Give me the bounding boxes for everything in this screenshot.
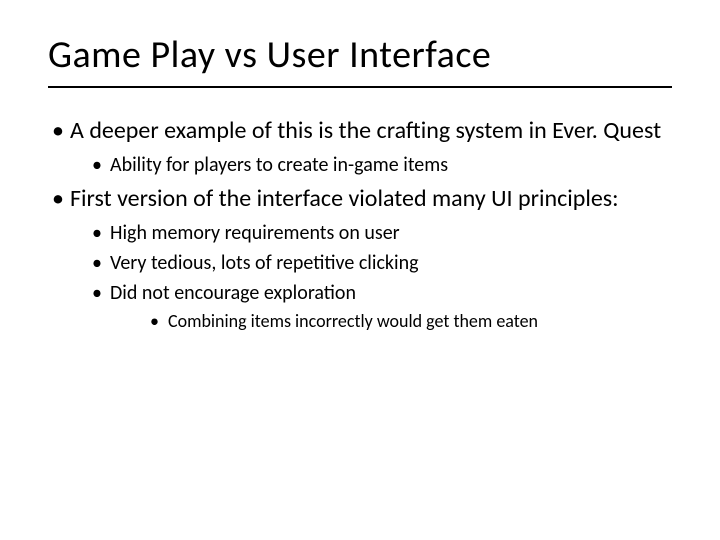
list-item: Very tedious, lots of repetitive clickin… (70, 250, 672, 276)
list-item: First version of the interface violated … (48, 184, 672, 333)
bullet-list: A deeper example of this is the crafting… (48, 116, 672, 333)
list-item: Combining items incorrectly would get th… (110, 310, 672, 333)
slide-title: Game Play vs User Interface (48, 32, 672, 78)
sub-bullet-list: Ability for players to create in-game it… (70, 152, 672, 178)
sub-sub-bullet-list: Combining items incorrectly would get th… (110, 310, 672, 333)
bullet-text: High memory requirements on user (110, 221, 400, 245)
bullet-text: Very tedious, lots of repetitive clickin… (110, 251, 419, 275)
title-divider (48, 86, 672, 88)
bullet-text: First version of the interface violated … (70, 184, 619, 213)
list-item: Ability for players to create in-game it… (70, 152, 672, 178)
sub-bullet-list: High memory requirements on user Very te… (70, 220, 672, 333)
list-item: Did not encourage exploration Combining … (70, 280, 672, 333)
bullet-text: Combining items incorrectly would get th… (168, 310, 538, 332)
bullet-text: Ability for players to create in-game it… (110, 153, 448, 177)
list-item: A deeper example of this is the crafting… (48, 116, 672, 178)
bullet-text: A deeper example of this is the crafting… (70, 116, 661, 145)
list-item: High memory requirements on user (70, 220, 672, 246)
bullet-text: Did not encourage exploration (110, 281, 356, 305)
